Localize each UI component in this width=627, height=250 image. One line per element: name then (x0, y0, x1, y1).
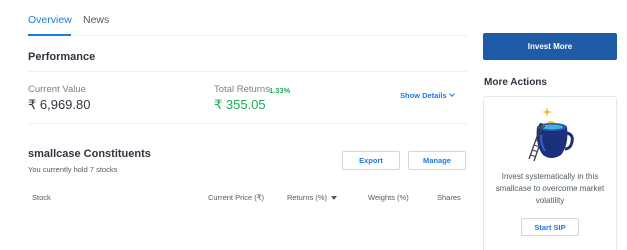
manage-button[interactable]: Manage (408, 151, 466, 170)
current-value: ₹ 6,969.80 (28, 97, 91, 112)
show-details-label: Show Details (400, 91, 447, 100)
tab-bar: Overview News (28, 0, 467, 36)
total-returns-label: Total Returns (214, 84, 270, 95)
sort-down-icon (331, 196, 338, 201)
total-returns-percent: 1.33% (269, 86, 291, 95)
export-button[interactable]: Export (342, 151, 400, 170)
show-details-link[interactable]: Show Details (400, 91, 455, 100)
constituents-title: smallcase Constituents (28, 148, 151, 160)
column-header-stock[interactable]: Stock (32, 193, 51, 202)
column-header-shares[interactable]: Shares (437, 193, 461, 202)
returns-header-label: Returns (%) (287, 193, 328, 202)
chevron-down-icon (448, 91, 455, 97)
column-header-current-price[interactable]: Current Price (₹) (208, 193, 264, 202)
constituents-subtitle: You currently hold 7 stocks (28, 165, 118, 174)
sip-description: Invest systematically in this smallcase … (495, 172, 605, 205)
start-sip-button[interactable]: Start SIP (521, 218, 579, 236)
invest-more-button[interactable]: Invest More (483, 33, 617, 60)
column-header-weights[interactable]: Weights (%) (368, 193, 409, 202)
more-actions-title: More Actions (484, 77, 547, 88)
column-header-returns[interactable]: Returns (%) (287, 193, 338, 202)
performance-title: Performance (28, 51, 96, 63)
current-value-label: Current Value (28, 84, 86, 95)
total-returns-value: ₹ 355.05 (214, 97, 266, 112)
divider (28, 123, 467, 124)
tab-news[interactable]: News (83, 14, 109, 26)
active-tab-indicator (28, 34, 71, 36)
divider (28, 71, 467, 72)
sip-jar-ladder-illustration-icon (528, 107, 574, 162)
tab-overview[interactable]: Overview (28, 14, 72, 26)
